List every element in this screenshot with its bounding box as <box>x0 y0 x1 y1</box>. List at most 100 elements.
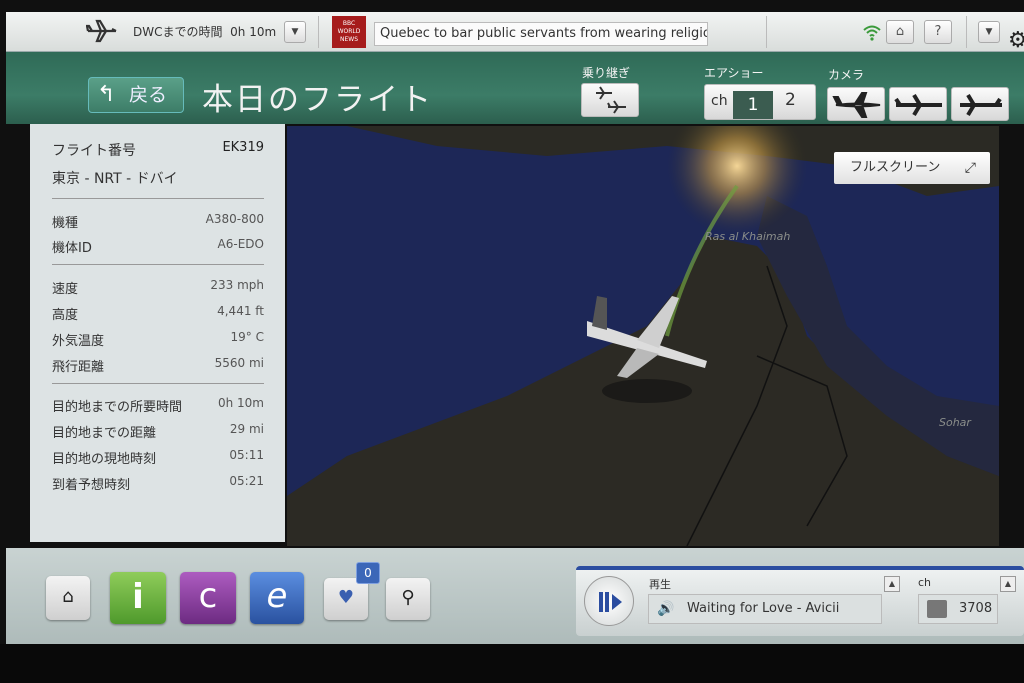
destination-row: 目的地までの距離 29 mi <box>52 422 264 441</box>
plane-side-icon <box>894 93 942 117</box>
detail-row: 機体ID A6-EDO <box>52 237 264 256</box>
camera-label: カメラ <box>828 68 865 82</box>
favorites-count-badge: 0 <box>356 562 380 584</box>
flight-route: 東京 - NRT - ドバイ <box>52 171 178 187</box>
transfer-planes-icon <box>596 86 626 114</box>
divider <box>966 16 967 48</box>
metric-label: 外気温度 <box>52 334 105 349</box>
channel-number: 3708 <box>959 601 993 616</box>
detail-row: 機種 A380-800 <box>52 212 264 231</box>
destination-value: 29 mi <box>229 422 264 436</box>
detail-label: 機体ID <box>52 241 92 256</box>
screen-bezel <box>0 644 1024 683</box>
play-pause-button[interactable] <box>584 576 634 626</box>
back-label: 戻る <box>129 84 168 106</box>
dwc-time-value: 0h 10m <box>230 25 277 39</box>
help-icon[interactable]: ? <box>924 20 952 44</box>
play-pause-icon <box>599 592 622 612</box>
metric-label: 飛行距離 <box>52 360 105 375</box>
metric-label: 速度 <box>52 282 79 297</box>
audio-player: 再生 ▲ 🔊 Waiting for Love - Avicii ch ▲ 37… <box>576 566 1024 636</box>
plane-rear-icon <box>960 93 1002 117</box>
player-status: 再生 <box>649 578 671 591</box>
divider <box>318 16 319 48</box>
flight-number-value: EK319 <box>222 140 264 155</box>
fullscreen-label: フルスクリーン <box>850 160 941 175</box>
destination-label: 目的地までの所要時間 <box>52 400 183 415</box>
destination-row: 目的地までの所要時間 0h 10m <box>52 396 264 415</box>
page-header: ↰ 戻る 本日のフライト 乗り継ぎ エアショー ch 1 2 カメラ <box>6 52 1024 124</box>
expand-icon: ⤢ <box>964 160 976 176</box>
info-i-button[interactable]: i <box>110 572 166 624</box>
channel-scroll-up[interactable]: ▲ <box>1000 576 1016 592</box>
back-button[interactable]: ↰ 戻る <box>88 77 184 113</box>
camera-2-button[interactable] <box>889 87 947 121</box>
airshow-channel-selector: ch 1 2 <box>704 84 816 120</box>
channel-label: ch <box>918 576 932 589</box>
camera-1-button[interactable] <box>827 87 885 121</box>
ife-screen: DWCまでの時間 0h 10m ▼ BBC WORLD NEWS Quebec … <box>0 0 1024 683</box>
divider <box>52 198 264 199</box>
communication-c-button[interactable]: c <box>180 572 236 624</box>
page-title: 本日のフライト <box>202 82 433 118</box>
detail-value: A6-EDO <box>217 237 264 251</box>
airshow-label: エアショー <box>704 66 764 80</box>
favorites-button[interactable]: ♥ <box>324 578 368 620</box>
plane-side-icon <box>832 92 881 118</box>
metric-row: 高度 4,441 ft <box>52 304 264 323</box>
metric-value: 19° C <box>230 330 264 344</box>
speaker-icon: 🔊 <box>657 601 675 617</box>
time-dropdown-button[interactable]: ▼ <box>284 21 306 43</box>
transfer-label: 乗り継ぎ <box>582 66 631 80</box>
menu-dropdown-button[interactable]: ▼ <box>978 21 1000 43</box>
camera-3-button[interactable] <box>951 87 1009 121</box>
metric-row: 速度 233 mph <box>52 278 264 297</box>
search-icon: ⚲ <box>401 587 415 608</box>
divider <box>52 383 264 384</box>
flight-number-label: フライト番号 <box>52 143 136 159</box>
heart-icon: ♥ <box>337 587 355 608</box>
entertainment-e-button[interactable]: e <box>250 572 304 624</box>
channel-display[interactable]: 3708 <box>918 594 998 624</box>
metric-value: 5560 mi <box>214 356 264 370</box>
top-bar: DWCまでの時間 0h 10m ▼ BBC WORLD NEWS Quebec … <box>6 12 1024 52</box>
destination-value: 05:11 <box>229 448 264 462</box>
track-title: Waiting for Love - Avicii <box>687 601 840 616</box>
destination-value: 05:21 <box>229 474 264 488</box>
metric-label: 高度 <box>52 308 79 323</box>
destination-label: 到着予想時刻 <box>52 478 131 493</box>
flight-info-panel: フライト番号 EK319 東京 - NRT - ドバイ 機種 A380-800 機… <box>30 124 285 542</box>
place-label: Sohar <box>939 416 971 429</box>
channel-2-button[interactable]: 2 <box>785 90 796 110</box>
track-scroll-up[interactable]: ▲ <box>884 576 900 592</box>
map-terrain <box>287 126 999 546</box>
destination-label: 目的地の現地時刻 <box>52 452 157 467</box>
detail-value: A380-800 <box>205 212 264 226</box>
destination-value: 0h 10m <box>217 396 264 410</box>
track-display[interactable]: 🔊 Waiting for Love - Avicii <box>648 594 882 624</box>
home-button[interactable]: ⌂ <box>46 576 90 620</box>
gear-icon[interactable]: ⚙ <box>1008 28 1024 53</box>
bbc-news-logo: BBC WORLD NEWS <box>332 16 366 48</box>
airplane-icon <box>86 19 117 43</box>
seat-icon[interactable]: ⌂ <box>886 20 914 44</box>
search-button[interactable]: ⚲ <box>386 578 430 620</box>
flight-map[interactable]: Ras al Khaimah Sohar フルスクリーン ⤢ <box>287 126 999 546</box>
metric-row: 外気温度 19° C <box>52 330 264 349</box>
wifi-icon <box>863 25 881 41</box>
fullscreen-button[interactable]: フルスクリーン ⤢ <box>834 152 990 184</box>
back-arrow-icon: ↰ <box>97 82 116 107</box>
keypad-icon <box>927 600 947 618</box>
news-ticker[interactable]: Quebec to bar public servants from weari… <box>374 22 708 46</box>
detail-label: 機種 <box>52 216 79 231</box>
destination-row: 目的地の現地時刻 05:11 <box>52 448 264 467</box>
place-label: Ras al Khaimah <box>705 230 791 243</box>
c-icon: c <box>198 576 218 616</box>
channel-1-button[interactable]: 1 <box>733 91 773 119</box>
metric-value: 233 mph <box>210 278 264 292</box>
transfer-button[interactable] <box>581 83 639 117</box>
dwc-time-label: DWCまでの時間 0h 10m <box>133 23 276 40</box>
channel-prefix: ch <box>711 93 728 109</box>
destination-label: 目的地までの距離 <box>52 426 157 441</box>
divider <box>766 16 767 48</box>
